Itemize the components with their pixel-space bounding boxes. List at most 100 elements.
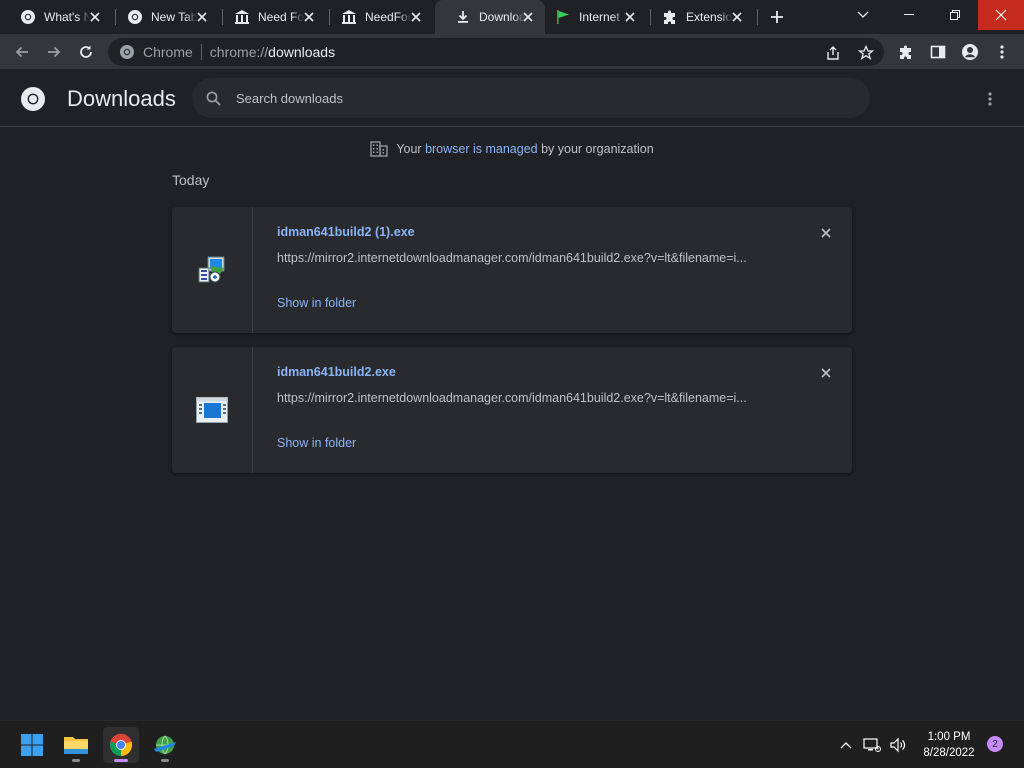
volume-icon (890, 737, 906, 753)
clock-date: 8/28/2022 (923, 747, 975, 759)
side-panel-icon (930, 45, 946, 59)
forward-button[interactable] (40, 38, 68, 66)
url-host: downloads (268, 44, 336, 60)
running-indicator (161, 759, 169, 762)
file-icon-column (172, 347, 253, 473)
tab-title: NeedForSpeed (365, 10, 411, 24)
tab-strip: What's New New Tab Need For Speed NeedFo… (0, 0, 1024, 34)
puzzle-icon (662, 9, 678, 25)
reload-button[interactable] (72, 38, 100, 66)
chrome-logo-icon (21, 87, 45, 111)
minimize-button[interactable] (886, 0, 932, 30)
exe-file-icon (196, 397, 228, 423)
download-item: idman641build2 (1).exe https://mirror2.i… (172, 207, 852, 333)
tab-downloads[interactable]: Downloads (435, 0, 545, 34)
remove-from-list-button[interactable] (817, 364, 835, 382)
chrome-icon (127, 9, 143, 25)
volume-tray-button[interactable] (888, 735, 908, 755)
windows-taskbar: 1:00 PM 8/28/2022 (0, 720, 1024, 768)
file-explorer-button[interactable] (58, 727, 94, 763)
tab-extensions[interactable]: Extensions (642, 0, 754, 34)
managed-banner: Your browser is managed by your organiza… (0, 138, 1024, 160)
download-filename-link[interactable]: idman641build2 (1).exe (277, 225, 415, 239)
chrome-icon (119, 44, 135, 60)
folder-icon (64, 737, 88, 754)
tab-divider (757, 9, 758, 25)
puzzle-icon (900, 45, 911, 59)
search-icon (204, 89, 222, 107)
show-in-folder-link[interactable]: Show in folder (277, 296, 356, 310)
installer-icon (198, 256, 225, 283)
omnibox-divider (200, 44, 202, 60)
more-vert-icon (988, 92, 992, 106)
remove-from-list-button[interactable] (817, 224, 835, 242)
show-hidden-icons-button[interactable] (836, 735, 856, 755)
chrome-icon (20, 9, 36, 25)
windows-logo-icon (21, 734, 43, 756)
start-button[interactable] (14, 727, 50, 763)
network-icon (863, 738, 881, 752)
managed-suffix: by your organization (537, 142, 654, 156)
plus-icon (771, 11, 783, 23)
download-source-url[interactable]: https://mirror2.internetdownloadmanager.… (277, 251, 777, 265)
tab-whats-new[interactable]: What's New (0, 0, 112, 34)
back-button[interactable] (8, 38, 36, 66)
tab-search-button[interactable] (840, 0, 886, 30)
close-tab-icon[interactable] (195, 10, 209, 24)
extensions-button[interactable] (892, 38, 920, 66)
file-icon-column (172, 207, 253, 333)
taskbar-clock[interactable]: 1:00 PM 8/28/2022 (914, 729, 984, 761)
chevron-down-icon (857, 11, 869, 18)
search-box[interactable] (192, 78, 870, 118)
close-tab-icon[interactable] (88, 10, 102, 24)
managed-prefix: Your (396, 142, 426, 156)
clock-time: 1:00 PM (927, 731, 971, 743)
download-filename-link[interactable]: idman641build2.exe (277, 365, 396, 379)
address-bar[interactable]: Chrome chrome:// downloads (108, 38, 884, 66)
tab-new-tab[interactable]: New Tab (107, 0, 219, 34)
bank-icon (341, 9, 357, 25)
close-tab-icon[interactable] (730, 10, 744, 24)
new-tab-button[interactable] (766, 7, 788, 27)
tab-need-for-speed[interactable]: Need For Speed (214, 0, 326, 34)
site-chip-label: Chrome (143, 44, 193, 60)
running-indicator (114, 759, 128, 762)
close-icon (821, 368, 831, 378)
close-icon (995, 9, 1007, 21)
download-source-url[interactable]: https://mirror2.internetdownloadmanager.… (277, 391, 777, 405)
tab-title: Downloads (479, 10, 525, 24)
reload-icon (80, 45, 92, 58)
network-tray-button[interactable] (862, 735, 882, 755)
search-input[interactable] (236, 90, 836, 106)
profile-icon (962, 44, 978, 60)
tab-title: What's New (44, 10, 90, 24)
window-close-button[interactable] (978, 0, 1024, 30)
close-tab-icon[interactable] (521, 10, 535, 24)
green-flag-icon (555, 9, 571, 25)
tab-needforspeed[interactable]: NeedForSpeed (321, 0, 433, 34)
tab-title: Extensions (686, 10, 732, 24)
share-icon[interactable] (822, 42, 844, 64)
close-tab-icon[interactable] (623, 10, 637, 24)
profile-button[interactable] (956, 38, 984, 66)
restore-button[interactable] (932, 0, 978, 30)
minimize-icon (904, 14, 914, 15)
bookmark-star-icon[interactable] (855, 42, 877, 64)
notification-badge[interactable]: 2 (987, 736, 1003, 752)
tab-title: New Tab (151, 10, 197, 24)
close-tab-icon[interactable] (409, 10, 423, 24)
idm-taskbar-button[interactable] (147, 727, 183, 763)
download-item: idman641build2.exe https://mirror2.inter… (172, 347, 852, 473)
show-in-folder-link[interactable]: Show in folder (277, 436, 356, 450)
bank-icon (234, 9, 250, 25)
restore-icon (950, 10, 960, 20)
chrome-taskbar-button[interactable] (103, 727, 139, 763)
managed-link[interactable]: browser is managed (425, 142, 538, 156)
close-tab-icon[interactable] (302, 10, 316, 24)
download-icon (455, 9, 471, 25)
downloads-menu-button[interactable] (978, 87, 1002, 111)
date-section-label: Today (172, 172, 210, 188)
tab-internet-download-manager[interactable]: Internet Download Manager (535, 0, 647, 34)
chrome-menu-button[interactable] (988, 38, 1016, 66)
side-panel-button[interactable] (924, 38, 952, 66)
